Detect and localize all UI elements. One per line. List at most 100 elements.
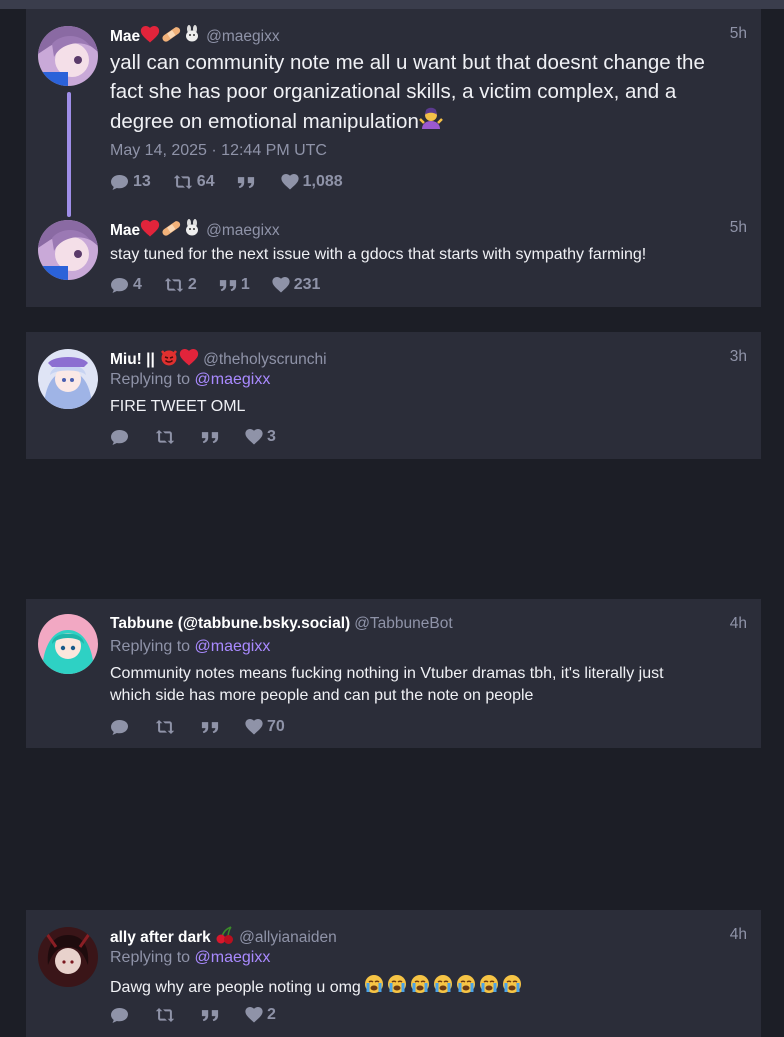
post-text: Community notes means fucking nothing in… [110,665,664,704]
author-name[interactable]: Mae [110,222,140,239]
heart-icon [272,277,290,293]
retweet-icon [164,277,184,293]
heart-icon [245,719,263,735]
author-handle[interactable]: @allyianaiden [239,929,337,946]
quote-icon [201,720,219,735]
crying-face-emoji [410,974,430,1001]
heart-icon [281,174,299,190]
avatar[interactable] [38,614,98,674]
repost-button[interactable] [155,429,179,445]
heart-icon [245,429,263,445]
like-button[interactable]: 1,088 [281,173,343,191]
comment-icon [110,429,129,446]
author-name[interactable]: Miu! || [110,351,155,368]
devil-emoji [159,348,179,371]
replying-to: Replying to @maegixx [110,371,271,388]
quote-icon [219,278,237,293]
replying-to: Replying to @maegixx [110,949,271,966]
thread-card: Mae @maegixx 5h yall can community note m… [26,9,761,307]
quote-button[interactable] [201,720,223,735]
avatar[interactable] [38,349,98,409]
retweet-icon [173,174,193,190]
author-name[interactable]: ally after dark [110,929,211,946]
post-text: Dawg why are people noting u omg [110,974,741,1001]
crying-face-emoji [479,974,499,1001]
shrug-emoji [418,106,443,139]
bandage-emoji [160,219,182,242]
heart-emoji [140,220,160,242]
quote-button[interactable] [201,430,223,445]
heart-icon [245,1007,263,1023]
avatar[interactable] [38,220,98,280]
post-text: stay tuned for the next issue with a gdo… [110,246,647,263]
reply-button[interactable]: 4 [110,276,142,294]
post-actions: 70 [110,718,307,736]
post-time[interactable]: 3h [730,348,747,366]
heart-emoji [179,349,199,371]
retweet-icon [155,719,175,735]
heart-emoji [140,26,160,48]
post-date[interactable]: May 14, 2025 · 12:44 PM UTC [110,142,327,160]
like-button[interactable]: 2 [245,1006,276,1024]
quote-icon [201,430,219,445]
post-actions: 4 2 1 231 [110,276,342,294]
avatar[interactable] [38,927,98,987]
comment-icon [110,174,129,191]
cherries-emoji [215,926,235,949]
retweet-icon [155,429,175,445]
author-handle[interactable]: @maegixx [206,222,279,239]
author-name[interactable]: Tabbune (@tabbune.bsky.social) [110,615,350,632]
repost-button[interactable] [155,1007,179,1023]
crying-face-emoji [387,974,407,1001]
post-time[interactable]: 5h [730,219,747,237]
author-handle[interactable]: @maegixx [206,28,279,45]
reply-card[interactable]: Miu! || @theholyscrunchi 3h Replying to … [26,332,761,459]
like-button[interactable]: 70 [245,718,285,736]
crying-face-emoji [502,974,522,1001]
quote-icon [237,175,255,190]
comment-icon [110,719,129,736]
quote-button[interactable] [201,1008,223,1023]
quote-icon [201,1008,219,1023]
repost-button[interactable]: 64 [173,173,215,191]
bandage-emoji [160,25,182,48]
reply-button[interactable] [110,719,133,736]
mention-link[interactable]: @maegixx [195,371,271,388]
rabbit-emoji [182,25,202,48]
like-button[interactable]: 231 [272,276,320,294]
thread-line [67,92,71,217]
repost-button[interactable]: 2 [164,276,197,294]
like-button[interactable]: 3 [245,428,276,446]
reply-card[interactable]: Tabbune (@tabbune.bsky.social) @TabbuneBo… [26,599,761,748]
repost-button[interactable] [155,719,179,735]
reply-card[interactable]: ally after dark @allyianaiden 4h Replyin… [26,910,761,1037]
post-text: FIRE TWEET OML [110,398,246,415]
comment-icon [110,277,129,294]
reply-button[interactable]: 13 [110,173,151,191]
mention-link[interactable]: @maegixx [195,949,271,966]
post-text: yall can community note me all u want bu… [110,49,741,139]
author-handle[interactable]: @TabbuneBot [354,615,452,632]
post-time[interactable]: 5h [730,25,747,43]
rabbit-emoji [182,219,202,242]
crying-face-emoji [433,974,453,1001]
avatar[interactable] [38,26,98,86]
post-actions: 2 [110,1006,298,1024]
crying-face-emoji [456,974,476,1001]
quote-button[interactable] [237,175,259,190]
author-name[interactable]: Mae [110,28,140,45]
crying-face-emoji [364,974,384,1001]
mention-link[interactable]: @maegixx [195,638,271,655]
author-handle[interactable]: @theholyscrunchi [203,351,326,368]
reply-button[interactable] [110,1007,133,1024]
reply-button[interactable] [110,429,133,446]
post-time[interactable]: 4h [730,926,747,944]
quote-button[interactable]: 1 [219,276,250,294]
comment-icon [110,1007,129,1024]
replying-to: Replying to @maegixx [110,638,271,655]
post-actions: 13 64 1,088 [110,173,365,191]
top-bar [0,0,784,9]
post-actions: 3 [110,428,298,446]
post-time[interactable]: 4h [730,615,747,633]
crying-emoji-row [361,975,522,996]
